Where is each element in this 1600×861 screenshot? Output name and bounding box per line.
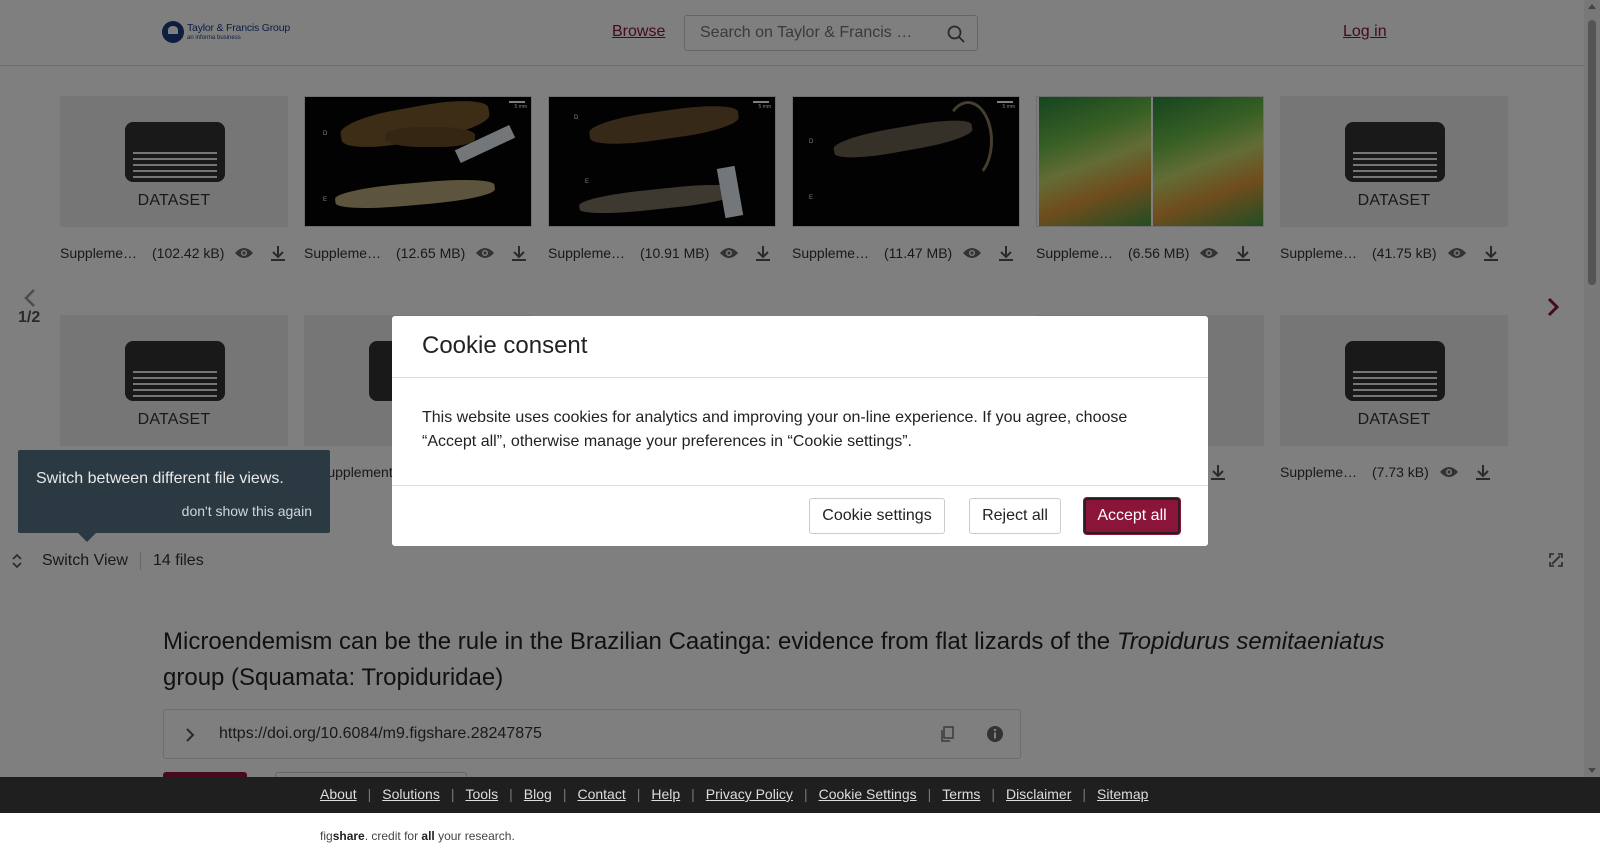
footer-link-contact[interactable]: Contact (577, 786, 625, 802)
footer-link-disclaimer[interactable]: Disclaimer (1006, 786, 1071, 802)
footer-link-tools[interactable]: Tools (465, 786, 498, 802)
tooltip-message: Switch between different file views. (36, 470, 284, 487)
cookie-settings-button[interactable]: Cookie settings (809, 498, 945, 534)
footer-nav: About | Solutions | Tools | Blog | Contact | … (320, 786, 1149, 802)
cookie-consent-dialog: Cookie consent This website uses cookies… (392, 316, 1208, 546)
footer-link-about[interactable]: About (320, 786, 357, 802)
dont-show-again-link[interactable]: don't show this again (182, 503, 312, 519)
switch-view-tooltip: Switch between different file views. don… (18, 450, 330, 542)
footer-link-help[interactable]: Help (651, 786, 680, 802)
footer-nav-bar: About | Solutions | Tools | Blog | Contact | … (0, 777, 1600, 813)
dialog-divider (392, 377, 1208, 378)
accept-all-button[interactable]: Accept all (1084, 498, 1180, 534)
footer-link-solutions[interactable]: Solutions (382, 786, 440, 802)
figshare-credit: figshare. credit for all your research. (320, 829, 515, 843)
dialog-message: This website uses cookies for analytics … (422, 409, 1128, 450)
dialog-title: Cookie consent (422, 332, 588, 359)
reject-all-button[interactable]: Reject all (969, 498, 1061, 534)
footer-link-blog[interactable]: Blog (524, 786, 552, 802)
footer-link-privacy[interactable]: Privacy Policy (706, 786, 793, 802)
footer-link-cookie-settings[interactable]: Cookie Settings (819, 786, 917, 802)
footer-credit-bar: figshare. credit for all your research. (0, 813, 1600, 861)
footer-link-sitemap[interactable]: Sitemap (1097, 786, 1148, 802)
dialog-divider (392, 485, 1208, 486)
footer-link-terms[interactable]: Terms (942, 786, 980, 802)
